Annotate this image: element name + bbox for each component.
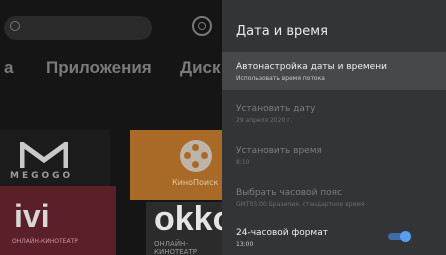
- kinopoisk-label: КиноПоиск: [172, 178, 219, 187]
- setting-subtitle: 29 апреля 2020 г.: [236, 117, 293, 124]
- setting-set-time[interactable]: Установить время 8:10: [222, 136, 446, 176]
- megogo-label: MEGOGO: [10, 171, 74, 181]
- panel-title: Дата и время: [236, 24, 328, 39]
- settings-panel: Дата и время Автонастройка даты и времен…: [222, 0, 446, 255]
- setting-title: Установить время: [236, 146, 322, 156]
- setting-subtitle: 13:00: [236, 241, 254, 248]
- okko-subtitle: ОНЛАЙН-КИНОТЕАТР: [154, 240, 197, 255]
- toggle-knob: [400, 231, 411, 242]
- setting-subtitle: GMT03:00 Бразилия, стандартное время: [236, 201, 365, 208]
- home-screen-background: а Приложения Диск MEGOGO КиноПоиск ivi О…: [0, 0, 222, 255]
- film-reel-icon: [180, 140, 212, 172]
- okko-logo: okko: [154, 202, 222, 238]
- nav-tab-apps[interactable]: Приложения: [46, 58, 152, 78]
- ivi-logo: ivi: [14, 198, 50, 234]
- setting-auto-datetime[interactable]: Автонастройка даты и времени Использоват…: [222, 52, 446, 90]
- setting-title: Выбрать часовой пояс: [236, 188, 343, 198]
- ivi-subtitle: ОНЛАЙН-КИНОТЕАТР: [12, 238, 78, 245]
- nav-tab-next[interactable]: Диск: [180, 58, 221, 78]
- setting-title: Установить дату: [236, 104, 316, 114]
- megogo-logo-icon: [20, 142, 68, 168]
- setting-time-zone[interactable]: Выбрать часовой пояс GMT03:00 Бразилия, …: [222, 178, 446, 218]
- profile-icon[interactable]: [192, 16, 212, 36]
- search-bar[interactable]: [4, 16, 152, 40]
- setting-24-hour-format[interactable]: 24-часовой формат 13:00: [222, 220, 446, 255]
- search-icon: [10, 21, 20, 31]
- nav-tab-prev[interactable]: а: [4, 58, 13, 78]
- setting-subtitle: 8:10: [236, 159, 250, 166]
- setting-title: 24-часовой формат: [236, 228, 328, 238]
- setting-title: Автонастройка даты и времени: [236, 62, 387, 72]
- app-tile-ivi[interactable]: ivi ОНЛАЙН-КИНОТЕАТР: [0, 186, 116, 255]
- toggle-switch-24-hour[interactable]: [388, 231, 412, 242]
- setting-subtitle: Использовать время потока: [236, 75, 325, 82]
- app-tile-okko[interactable]: okko ОНЛАЙН-КИНОТЕАТР: [146, 202, 222, 255]
- app-tile-kinopoisk[interactable]: КиноПоиск: [130, 130, 222, 200]
- setting-set-date[interactable]: Установить дату 29 апреля 2020 г.: [222, 94, 446, 134]
